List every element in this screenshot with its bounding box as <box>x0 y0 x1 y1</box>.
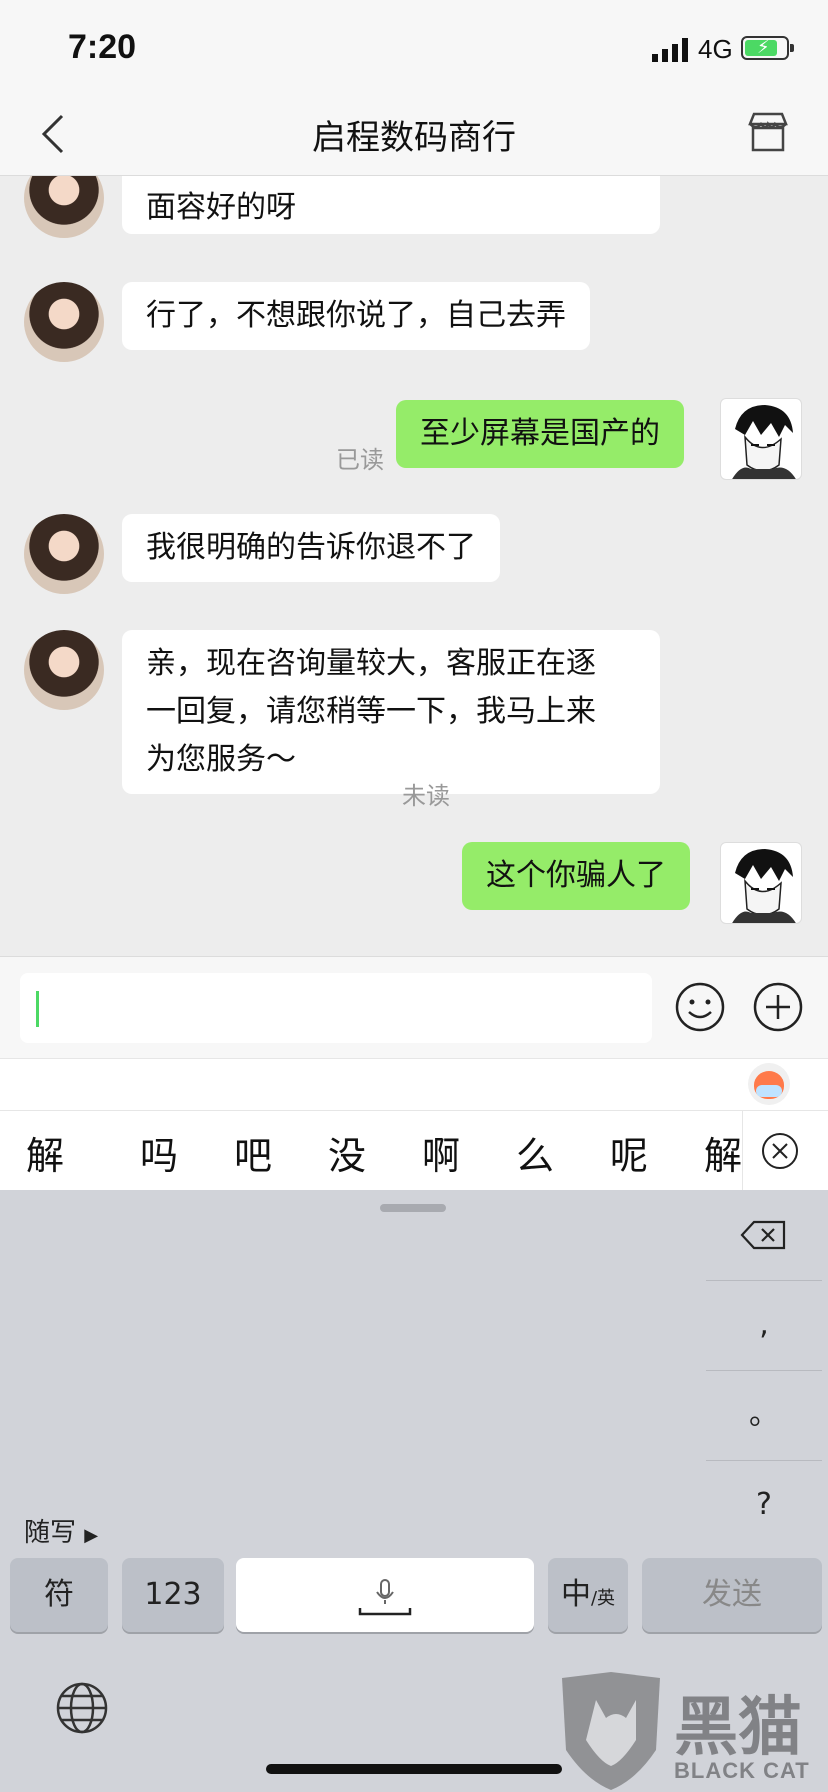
merchant-avatar[interactable] <box>24 630 104 710</box>
keyboard-toolbar <box>0 1058 828 1110</box>
period-key[interactable]: 。 <box>706 1370 822 1460</box>
candidate-item[interactable]: 啊 <box>422 1125 460 1180</box>
status-time: 7:20 <box>68 28 137 66</box>
message-bubble[interactable]: 面容好的呀 <box>122 176 660 234</box>
comma-key[interactable]: , <box>706 1280 822 1370</box>
plus-icon[interactable] <box>752 981 804 1033</box>
handwrite-mode-toggle[interactable]: 随写 ▶ <box>24 1512 98 1549</box>
message-text: 行了，不想跟你说了，自己去弄 <box>146 298 566 333</box>
message-text: 为您服务～ <box>146 742 296 777</box>
candidate-item[interactable]: 么 <box>516 1125 554 1180</box>
page-title: 启程数码商行 <box>312 118 516 158</box>
watermark-logo: 黑猫 BLACK CAT <box>556 1670 826 1792</box>
microphone-icon <box>358 1579 412 1616</box>
merchant-avatar[interactable] <box>24 282 104 362</box>
watermark-main: 黑猫 <box>674 1691 802 1765</box>
user-avatar[interactable] <box>720 842 802 924</box>
mascot-icon[interactable] <box>748 1063 790 1105</box>
message-text: 我很明确的告诉你退不了 <box>146 530 476 565</box>
merchant-avatar[interactable] <box>24 176 104 238</box>
network-type: 4G <box>698 34 733 64</box>
message-text: 至少屏幕是国产的 <box>420 416 660 451</box>
message-bubble[interactable]: 这个你骗人了 <box>462 842 690 910</box>
backspace-icon <box>740 1220 786 1250</box>
candidate-item[interactable]: 解 <box>704 1125 742 1180</box>
text-caret <box>36 991 39 1027</box>
watermark-sub: BLACK CAT <box>674 1758 810 1783</box>
message-text: 亲，现在咨询量较大，客服正在逐 <box>146 646 596 681</box>
message-bubble[interactable]: 亲，现在咨询量较大，客服正在逐 一回复，请您稍等一下，我马上来 为您服务～ <box>122 630 660 794</box>
cat-shield-icon <box>562 1672 660 1790</box>
chat-area[interactable]: 面容好的呀 行了，不想跟你说了，自己去弄 已读 至少屏幕是国产的 我很明确的告诉… <box>0 176 828 956</box>
emoji-icon[interactable] <box>674 981 726 1033</box>
candidate-bar: 解 吗 吧 没 啊 么 呢 解 <box>0 1110 828 1191</box>
input-bar <box>0 956 828 1058</box>
candidate-item[interactable]: 没 <box>328 1125 366 1180</box>
home-indicator <box>266 1764 562 1774</box>
lang-main-label: 中 <box>560 1577 591 1612</box>
numbers-key[interactable]: 123 <box>122 1558 224 1632</box>
handwrite-label: 随写 <box>24 1518 77 1548</box>
read-status: 已读 <box>336 446 384 474</box>
unread-status: 未读 <box>402 782 450 810</box>
candidate-item[interactable]: 解 <box>26 1125 64 1180</box>
handwriting-area[interactable] <box>0 1216 700 1536</box>
nav-bar: 启程数码商行 <box>0 92 828 176</box>
message-text: 面容好的呀 <box>146 190 296 225</box>
merchant-avatar[interactable] <box>24 514 104 594</box>
drag-handle[interactable] <box>380 1204 446 1212</box>
message-input[interactable] <box>20 973 652 1043</box>
triangle-right-icon: ▶ <box>84 1525 99 1546</box>
globe-icon[interactable] <box>54 1680 110 1736</box>
send-key[interactable]: 发送 <box>642 1558 822 1632</box>
divider <box>742 1111 743 1191</box>
keyboard: , 。 ? 随写 ▶ 符 123 中/英 发送 黑猫 BLACK CAT <box>0 1190 828 1792</box>
question-key[interactable]: ? <box>706 1460 822 1550</box>
candidate-item[interactable]: 吧 <box>234 1125 272 1180</box>
message-text: 一回复，请您稍等一下，我马上来 <box>146 694 596 729</box>
status-bar: 7:20 4G ⚡ <box>0 0 828 92</box>
message-bubble[interactable]: 至少屏幕是国产的 <box>396 400 684 468</box>
backspace-key[interactable] <box>706 1190 822 1280</box>
message-text: 这个你骗人了 <box>486 858 666 893</box>
symbols-key[interactable]: 符 <box>10 1558 108 1632</box>
store-icon[interactable] <box>746 110 790 154</box>
signal-icon <box>652 38 688 62</box>
close-circle-icon[interactable] <box>760 1131 800 1171</box>
user-avatar[interactable] <box>720 398 802 480</box>
message-bubble[interactable]: 我很明确的告诉你退不了 <box>122 514 500 582</box>
space-key[interactable] <box>236 1558 534 1632</box>
candidate-item[interactable]: 呢 <box>610 1125 648 1180</box>
lang-sub-label: /英 <box>590 1588 616 1609</box>
candidate-item[interactable]: 吗 <box>140 1125 178 1180</box>
battery-icon: ⚡ <box>741 36 794 60</box>
message-bubble[interactable]: 行了，不想跟你说了，自己去弄 <box>122 282 590 350</box>
language-switch-key[interactable]: 中/英 <box>548 1558 628 1632</box>
